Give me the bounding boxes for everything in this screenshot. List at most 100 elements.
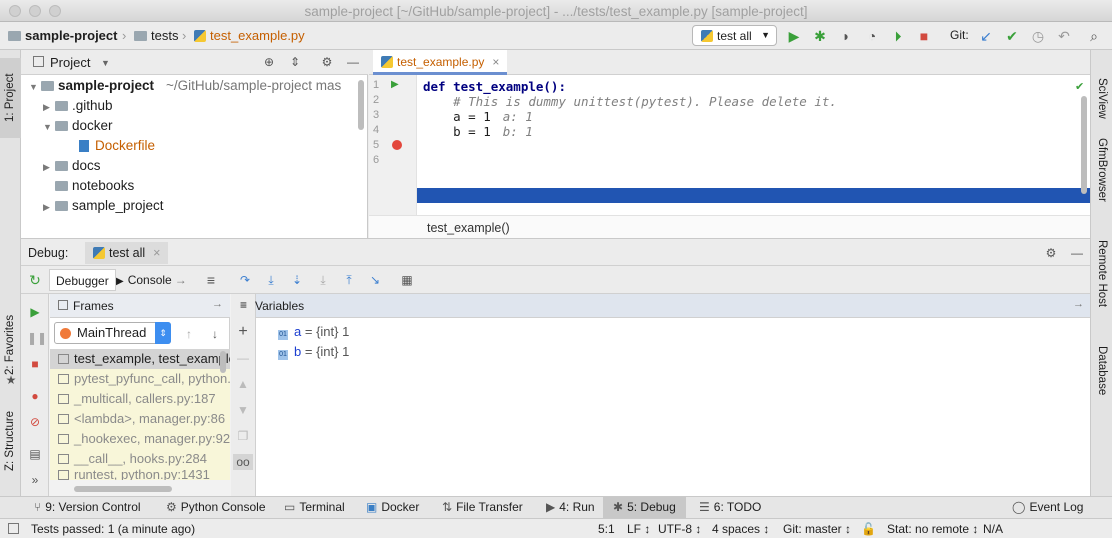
tool-window-sciview[interactable]: SciView xyxy=(1091,78,1112,138)
code-line-3[interactable]: a = 1 a: 1 xyxy=(423,109,533,124)
tree-item-github[interactable]: ▶ .github xyxy=(43,96,113,116)
stop-icon[interactable]: ■ xyxy=(916,28,932,44)
remove-watch-icon[interactable]: — xyxy=(235,350,251,366)
caret-position[interactable]: 5:1 xyxy=(598,522,615,536)
close-tab-icon[interactable]: × xyxy=(153,246,160,260)
toggle-tool-windows-icon[interactable] xyxy=(8,523,19,534)
close-tab-icon[interactable]: × xyxy=(492,55,499,69)
frame-row[interactable]: __call__, hooks.py:284 xyxy=(50,449,230,469)
rerun-icon[interactable]: ⏵ xyxy=(890,28,906,44)
git-update-icon[interactable]: ↙ xyxy=(978,28,994,44)
scrollbar-thumb[interactable] xyxy=(358,80,364,130)
pause-icon[interactable]: ❚❚ xyxy=(27,330,47,346)
glasses-icon[interactable]: oo xyxy=(233,454,253,470)
line-separator[interactable]: LF ↕ xyxy=(627,522,650,536)
stop-icon[interactable]: ■ xyxy=(27,356,43,372)
hide-panel-icon[interactable]: — xyxy=(1069,245,1085,261)
editor-tab-test-example[interactable]: test_example.py × xyxy=(373,50,508,75)
rerun-icon[interactable]: ↻ xyxy=(27,272,43,288)
debug-session-tab[interactable]: test all × xyxy=(85,242,169,264)
profile-icon[interactable]: ◔ xyxy=(864,28,880,44)
variable-row-b[interactable]: 01 b = {int} 1 xyxy=(278,344,349,360)
status-message[interactable]: Tests passed: 1 (a minute ago) xyxy=(31,522,195,536)
frames-vscroll-thumb[interactable] xyxy=(220,351,226,373)
view-breakpoints-icon[interactable]: ● xyxy=(27,388,43,404)
code-line-1[interactable]: def test_example(): xyxy=(423,79,566,94)
tool-event-log[interactable]: ◯ Event Log xyxy=(1012,500,1083,514)
move-down-icon[interactable]: ▼ xyxy=(235,402,251,418)
locate-icon[interactable]: ⊕ xyxy=(261,54,277,70)
more-icon[interactable]: » xyxy=(27,472,43,488)
project-view-select[interactable]: Project xyxy=(50,55,90,70)
pin-icon[interactable]: → xyxy=(1073,298,1084,310)
tool-todo[interactable]: ☰ 6: TODO xyxy=(699,500,761,514)
frame-row[interactable]: pytest_pyfunc_call, python.py xyxy=(50,369,230,389)
step-into-my-code-icon[interactable]: ⇣ xyxy=(289,272,305,288)
variable-row-a[interactable]: 01 a = {int} 1 xyxy=(278,324,349,340)
debugger-tab[interactable]: Debugger xyxy=(49,269,116,291)
run-test-gutter-icon[interactable]: ▶ xyxy=(391,79,399,90)
tool-window-gfmbrowser[interactable]: GfmBrowser xyxy=(1091,138,1112,213)
debug-icon[interactable]: ✱ xyxy=(812,28,828,44)
editor-scrollbar-thumb[interactable] xyxy=(1081,96,1087,194)
code-line-4[interactable]: b = 1 b: 1 xyxy=(423,124,533,139)
tree-item-docker[interactable]: ▼ docker xyxy=(43,116,113,136)
run-icon[interactable]: ▶ xyxy=(786,28,802,44)
tool-debug[interactable]: ✱ 5: Debug xyxy=(603,497,686,519)
search-icon[interactable]: ⌕ xyxy=(1086,28,1102,44)
mute-breakpoints-icon[interactable]: ⊘ xyxy=(27,414,43,430)
tool-terminal[interactable]: ▭ Terminal xyxy=(284,500,345,514)
tool-python-console[interactable]: ⚙ Python Console xyxy=(166,500,266,514)
breadcrumb-tests[interactable]: tests xyxy=(134,28,178,43)
editor-breadcrumb-function[interactable]: test_example() xyxy=(427,221,510,235)
frame-row[interactable]: _hookexec, manager.py:92 xyxy=(50,429,230,449)
git-commit-icon[interactable]: ✔ xyxy=(1004,28,1020,44)
console-tab[interactable]: ▶ Console → xyxy=(116,273,187,287)
file-encoding[interactable]: UTF-8 ↕ xyxy=(658,522,701,536)
git-rollback-icon[interactable]: ↶ xyxy=(1056,28,1072,44)
gear-icon[interactable]: ⚙ xyxy=(1043,245,1059,261)
indent-setting[interactable]: 4 spaces ↕ xyxy=(712,522,769,536)
lock-icon[interactable]: 🔓 xyxy=(861,522,876,536)
menu-icon[interactable]: ≡ xyxy=(203,272,219,288)
breadcrumb-project[interactable]: sample-project xyxy=(8,28,117,43)
evaluate-expression-icon[interactable]: ▦ xyxy=(399,272,415,288)
hide-panel-icon[interactable]: — xyxy=(345,54,361,70)
copy-icon[interactable]: ❐ xyxy=(235,428,251,444)
breadcrumb-file[interactable]: test_example.py xyxy=(194,28,305,43)
chevron-down-icon[interactable]: ▼ xyxy=(101,58,110,68)
frame-row[interactable]: test_example, test_example.py xyxy=(50,349,230,369)
code-line-5[interactable]: assert a + b == 2 xyxy=(423,139,581,154)
tree-item-dockerfile[interactable]: Dockerfile xyxy=(79,136,155,156)
tool-window-structure[interactable]: Z: Structure xyxy=(0,406,21,476)
frame-row[interactable]: <lambda>, manager.py:86 xyxy=(50,409,230,429)
interpreter-status[interactable]: N/A xyxy=(983,522,1003,536)
tree-item-notebooks[interactable]: notebooks xyxy=(55,176,134,196)
stat-remote[interactable]: Stat: no remote ↕ xyxy=(887,522,978,536)
tool-file-transfer[interactable]: ⇅ File Transfer xyxy=(442,500,523,514)
collapse-all-icon[interactable]: ⇕ xyxy=(287,54,303,70)
step-out-icon[interactable]: ⤒ xyxy=(341,272,357,288)
tree-item-tests[interactable]: ▶tests xyxy=(43,220,101,224)
tool-window-project[interactable]: 1: Project xyxy=(0,58,21,138)
git-history-icon[interactable]: ◷ xyxy=(1030,28,1046,44)
run-to-cursor-icon[interactable]: ↘ xyxy=(367,272,383,288)
step-over-icon[interactable]: ↷ xyxy=(237,272,253,288)
tool-run[interactable]: ▶ 4: Run xyxy=(546,500,595,514)
git-branch[interactable]: Git: master ↕ xyxy=(783,522,851,536)
frame-row[interactable]: _multicall, callers.py:187 xyxy=(50,389,230,409)
code-line-2[interactable]: # This is dummy unittest(pytest). Please… xyxy=(423,94,837,109)
tool-version-control[interactable]: ⑂ 9: Version Control xyxy=(34,500,141,514)
gear-icon[interactable]: ⚙ xyxy=(319,54,335,70)
previous-frame-icon[interactable]: ↑ xyxy=(181,326,197,342)
move-up-icon[interactable]: ▲ xyxy=(235,376,251,392)
tool-window-remote-host[interactable]: Remote Host xyxy=(1091,240,1112,320)
tree-item-docs[interactable]: ▶ docs xyxy=(43,156,101,176)
run-configuration-select[interactable]: test all ▼ xyxy=(692,25,777,46)
tool-docker[interactable]: ▣ Docker xyxy=(366,500,419,514)
add-watch-icon[interactable]: + xyxy=(235,324,251,340)
tree-item-sample-project[interactable]: ▶ sample_project xyxy=(43,196,164,216)
pin-icon[interactable]: → xyxy=(212,298,223,310)
breakpoint-icon[interactable] xyxy=(392,140,402,150)
force-step-into-icon[interactable]: ⤓ xyxy=(315,272,331,288)
